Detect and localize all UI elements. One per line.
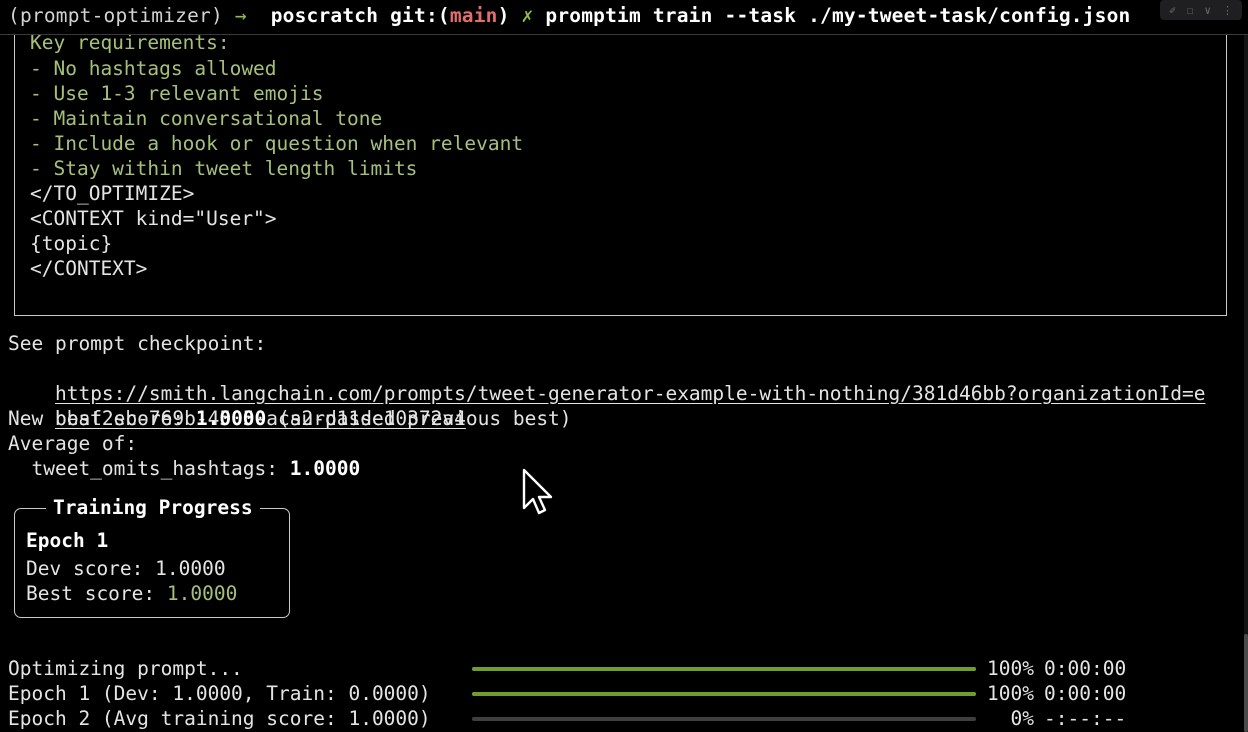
average-of-label: Average of: <box>8 432 138 455</box>
chevron-icon[interactable]: ∨ <box>1204 5 1211 16</box>
progress-percent-epoch-1: 100% <box>987 682 1034 705</box>
shell-prompt-line[interactable]: (prompt-optimizer) → poscratch git:(main… <box>8 2 1130 30</box>
progress-row-epoch-1: Epoch 1 (Dev: 1.0000, Train: 0.0000) 100… <box>0 681 1248 706</box>
new-best-score-line: New best score: 1.0000 (surpassed previo… <box>8 406 572 431</box>
shell-env-name: (prompt-optimizer) <box>8 4 223 27</box>
more-icon[interactable]: ⋮ <box>1222 5 1233 16</box>
arrow-icon: → <box>234 4 247 27</box>
checkpoint-label: See prompt checkpoint: <box>8 332 267 355</box>
training-progress-dev-score: Dev score: 1.0000 <box>26 556 226 581</box>
training-progress-epoch: Epoch 1 <box>26 529 109 552</box>
progress-label-epoch-1: Epoch 1 (Dev: 1.0000, Train: 0.0000) <box>8 682 431 705</box>
prompt-panel-line-topic: {topic} <box>30 232 113 255</box>
bookmark-icon[interactable]: ☐ <box>1187 5 1194 16</box>
training-progress-title: Training Progress <box>46 496 260 520</box>
progress-track-epoch-1 <box>472 692 976 696</box>
progress-label-optimizing: Optimizing prompt... <box>8 657 243 680</box>
new-best-score-value: 1.0000 <box>195 407 267 430</box>
progress-percent-epoch-2: 0% <box>1010 707 1034 730</box>
cross-mark-icon: ✗ <box>521 4 534 27</box>
training-progress-panel: Training Progress Epoch 1 Dev score: 1.0… <box>14 496 290 618</box>
prompt-panel-line-context-open: <CONTEXT kind="User"> <box>30 207 277 230</box>
git-branch-name: main <box>449 4 498 27</box>
pen-icon[interactable]: ✐ <box>1169 5 1176 16</box>
prompt-panel-line-emojis: - Use 1-3 relevant emojis <box>30 82 324 105</box>
prompt-panel-line-context-close: </CONTEXT> <box>30 257 148 280</box>
progress-track-epoch-2 <box>472 717 976 721</box>
shell-cwd: poscratch git:( <box>270 4 450 27</box>
dev-score-label: Dev score: <box>26 557 156 580</box>
new-best-score-suffix: (surpassed previous best) <box>266 407 572 430</box>
progress-label-epoch-2: Epoch 2 (Avg training score: 1.0000) <box>8 707 431 730</box>
metric-value: 1.0000 <box>289 457 361 480</box>
floating-toolbar[interactable]: ✐ ☐ ∨ ⋮ <box>1160 0 1242 20</box>
prompt-panel-line-length: - Stay within tweet length limits <box>30 157 418 180</box>
terminal-prompt-bar: (prompt-optimizer) → poscratch git:(main… <box>0 0 1248 35</box>
scrollbar-thumb[interactable] <box>1244 634 1248 732</box>
progress-fill-epoch-1 <box>472 692 976 696</box>
prompt-panel-line-tone: - Maintain conversational tone <box>30 107 383 130</box>
prompt-panel-line-hook: - Include a hook or question when releva… <box>30 132 524 155</box>
progress-row-epoch-2: Epoch 2 (Avg training score: 1.0000) 0% … <box>0 706 1248 731</box>
progress-eta-epoch-1: 0:00:00 <box>1044 682 1127 705</box>
prompt-panel-line-no-hashtags: - No hashtags allowed <box>30 57 277 80</box>
shell-command: promptim train --task ./my-tweet-task/co… <box>545 4 1131 27</box>
new-best-score-prefix: New best score: <box>8 407 196 430</box>
progress-eta-optimizing: 0:00:00 <box>1044 657 1127 680</box>
prompt-panel-line-to-optimize-close: </TO_OPTIMIZE> <box>30 182 195 205</box>
best-score-label: Best score: <box>26 582 167 605</box>
best-score-value: 1.0000 <box>166 582 238 605</box>
vertical-scrollbar[interactable] <box>1244 34 1248 732</box>
progress-fill-optimizing <box>472 667 976 671</box>
progress-percent-optimizing: 100% <box>987 657 1034 680</box>
progress-track-optimizing <box>472 667 976 671</box>
training-progress-best-score: Best score: 1.0000 <box>26 581 237 606</box>
shell-cwd-close: ) <box>497 4 510 27</box>
metric-name: tweet_omits_hashtags: <box>8 457 290 480</box>
progress-row-optimizing: Optimizing prompt... 100% 0:00:00 <box>0 656 1248 681</box>
mouse-pointer-icon <box>522 468 553 515</box>
dev-score-value: 1.0000 <box>155 557 226 580</box>
progress-eta-epoch-2: -:--:-- <box>1044 707 1127 730</box>
terminal-window: Key requirements: - No hashtags allowed … <box>0 0 1248 732</box>
metric-row-tweet-omits-hashtags: tweet_omits_hashtags: 1.0000 <box>8 456 360 481</box>
